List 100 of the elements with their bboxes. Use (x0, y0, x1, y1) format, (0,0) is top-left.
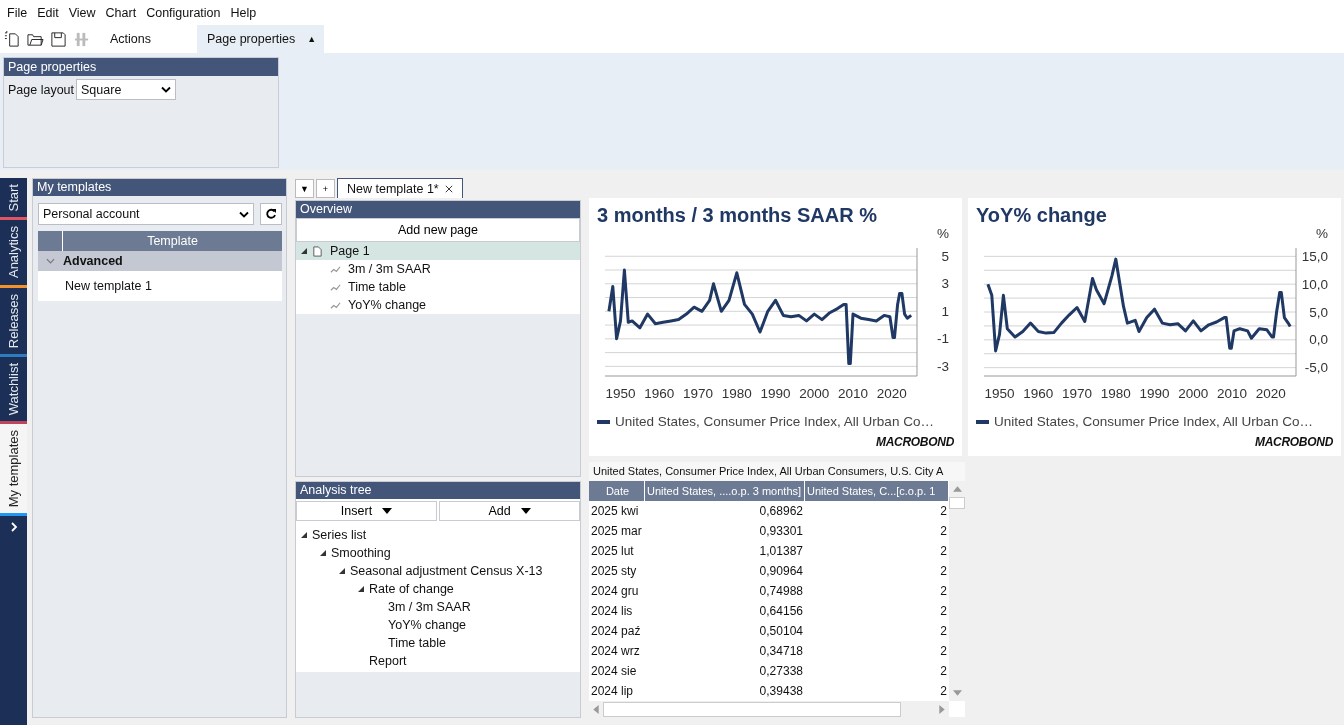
menu-item[interactable]: View (63, 5, 101, 20)
add-page-button[interactable]: Add new page (296, 218, 580, 242)
side-tab[interactable]: Analytics (0, 220, 27, 285)
tree-item[interactable]: 3m / 3m SAAR (296, 598, 580, 616)
brand-logo: MACROBOND (876, 435, 954, 449)
table-cell-text: 2024 sie (590, 663, 638, 680)
refresh-icon[interactable] (265, 208, 277, 220)
legend-label: United States, Consumer Price Index, All Urban Co… (994, 414, 1313, 429)
ribbon-tab[interactable]: Actions (100, 25, 161, 53)
tree-item[interactable]: Rate of change (296, 580, 580, 598)
side-tab[interactable]: My templates (0, 423, 27, 514)
y-tick-label: 5 (941, 248, 949, 264)
table-cell-text: 0,50104 (758, 623, 804, 640)
expand-triangle-icon[interactable] (300, 247, 308, 255)
expand-triangle-icon[interactable] (357, 585, 365, 593)
expand-triangle-icon[interactable] (319, 549, 327, 557)
horizontal-scrollbar[interactable] (589, 701, 949, 717)
table-cell-text: 2025 kwi (590, 503, 640, 520)
tree-item[interactable]: Time table (296, 634, 580, 652)
table-cell-text: 2 (939, 643, 948, 660)
y-tick-label: 1 (941, 303, 949, 319)
tree-item[interactable]: Report (296, 652, 580, 670)
column-header[interactable]: Date (589, 481, 645, 501)
side-tab[interactable]: Releases (0, 287, 27, 354)
scroll-thumb[interactable] (603, 701, 901, 717)
expand-triangle-icon[interactable] (338, 567, 346, 575)
x-tick-label: 1970 (1062, 386, 1093, 401)
table-cell-text: 2024 lip (590, 683, 635, 700)
column-header[interactable]: United States, ....o.p. 3 months] (645, 481, 805, 501)
axis-unit: % (1316, 226, 1328, 241)
tab-bar-button[interactable]: + (316, 179, 335, 198)
x-tick-label: 1980 (1100, 386, 1131, 401)
table-cell-text: 2025 sty (590, 563, 638, 580)
tree-item[interactable]: Smoothing (296, 544, 580, 562)
tree-item[interactable]: Page 1 (296, 242, 580, 260)
save-icon[interactable] (50, 30, 67, 48)
tree-item[interactable]: Series list (296, 526, 580, 544)
vertical-scrollbar[interactable] (949, 481, 965, 701)
chart-title: 3 months / 3 months SAAR % (597, 204, 879, 226)
template-item[interactable]: New template 1 (38, 271, 282, 301)
refresh-button[interactable] (260, 203, 282, 225)
table-cell-text: 2 (939, 523, 948, 540)
y-tick-label: 3 (941, 276, 949, 292)
legend-swatch (976, 419, 989, 424)
axis-unit: % (937, 226, 949, 241)
table-cell-text: 0,34718 (758, 643, 804, 660)
chevron-right-icon[interactable] (9, 522, 18, 533)
table-cell-text: 2024 paź (590, 623, 642, 640)
dropdown-button[interactable]: Insert (296, 501, 437, 521)
side-tab[interactable]: Start (0, 178, 27, 218)
chevron-down-icon[interactable] (161, 86, 172, 93)
tree-item[interactable]: YoY% change (296, 296, 580, 314)
table-cell-text: 0,93301 (758, 523, 804, 540)
table-cell-text: 0,39438 (758, 683, 804, 700)
y-tick-label: 15,0 (1301, 248, 1328, 264)
ribbon-tab[interactable]: Page properties (197, 25, 306, 53)
x-tick-label: 2010 (1217, 386, 1248, 401)
panel-title: Overview (296, 201, 580, 218)
x-tick-label: 1950 (984, 386, 1015, 401)
group-row[interactable]: Advanced (38, 251, 282, 271)
caret-down-icon[interactable] (382, 508, 393, 514)
field-label: Page layout (8, 82, 75, 97)
tab-bar-button[interactable]: ▼ (295, 179, 314, 198)
table-cell-text: 0,68962 (758, 503, 804, 520)
dropdown-button[interactable]: Add (439, 501, 580, 521)
tree-item[interactable]: Seasonal adjustment Census X-13 (296, 562, 580, 580)
table-caption: United States, Consumer Price Index, All Urban Consumers, U.S. City A (589, 462, 965, 481)
new-document-icon[interactable] (4, 30, 21, 48)
x-tick-label: 1960 (1023, 386, 1054, 401)
tree-item[interactable]: 3m / 3m SAAR (296, 260, 580, 278)
x-tick-label: 1960 (644, 386, 675, 401)
caret-down-icon[interactable] (520, 508, 531, 514)
account-dropdown[interactable]: Personal account (38, 203, 254, 225)
table-cell-text: 2 (939, 683, 948, 700)
y-tick-label: -5,0 (1304, 360, 1328, 376)
menu-item[interactable]: Configuration (141, 5, 226, 20)
scroll-thumb[interactable] (949, 497, 965, 509)
side-tab[interactable]: Watchlist (0, 356, 27, 421)
y-tick-label: 0,0 (1309, 332, 1328, 348)
chevron-down-icon[interactable] (239, 210, 249, 218)
x-tick-label: 1990 (760, 386, 791, 401)
table-cell-text: 2024 gru (590, 583, 640, 600)
menu-item[interactable]: Edit (32, 5, 64, 20)
y-tick-label: -3 (937, 358, 949, 374)
table-cell-text: 2024 wrz (590, 643, 641, 660)
page-layout-dropdown[interactable]: Square (76, 79, 177, 100)
document-tab[interactable]: New template 1* (337, 178, 463, 198)
expand-triangle-icon[interactable] (300, 531, 308, 539)
menu-item[interactable]: File (2, 5, 33, 20)
close-icon[interactable] (444, 184, 453, 193)
line-chart-icon (330, 299, 341, 311)
menu-item[interactable]: Chart (100, 5, 142, 20)
tree-item[interactable]: YoY% change (296, 616, 580, 634)
panel-title: My templates (33, 179, 286, 196)
line-chart-icon (330, 263, 341, 275)
collapse-ribbon-button[interactable]: ▲ (305, 25, 325, 53)
line-chart-icon (330, 281, 341, 293)
y-tick-label: -1 (937, 331, 949, 347)
tree-item[interactable]: Time table (296, 278, 580, 296)
menu-item[interactable]: Help (225, 5, 262, 20)
